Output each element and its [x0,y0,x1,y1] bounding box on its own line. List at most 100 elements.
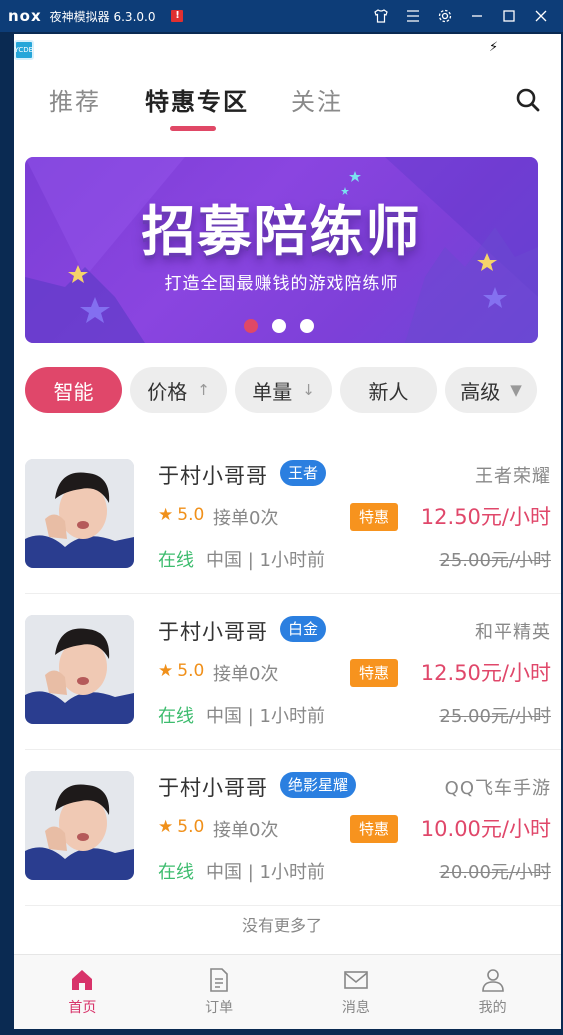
filter-label: 智能 [53,379,94,404]
game-name: 王者荣耀 [475,466,551,487]
rating: ★ 5.0 [158,817,204,837]
order-count: 接单0次 [213,664,279,685]
original-price: 25.00元/小时 [439,706,551,727]
top-tabs: 推荐 特惠专区 关注 [14,82,561,134]
user-icon [481,969,504,992]
carousel-dot[interactable] [272,319,286,333]
titlebar-controls [365,0,557,32]
close-icon[interactable] [525,0,557,32]
promo-badge: 特惠 [350,503,398,531]
original-price: 25.00元/小时 [439,550,551,571]
nav-label: 订单 [205,1000,234,1016]
nox-logo: nox [8,7,42,25]
price: 12.50元/小时 [420,661,551,685]
player-name: 于村小哥哥 [158,776,268,800]
original-price: 20.00元/小时 [439,862,551,883]
game-name: 和平精英 [475,622,551,643]
filter-newcomer[interactable]: 新人 [340,367,437,413]
rating: ★ 5.0 [158,505,204,525]
dropdown-icon: ▼ [510,381,522,399]
carousel-dot[interactable] [244,319,258,333]
arrow-up-icon: ↑ [197,381,210,399]
rating: ★ 5.0 [158,661,204,681]
carousel-dot[interactable] [300,319,314,333]
avatar[interactable] [25,459,134,568]
warning-icon[interactable]: ! [171,10,184,22]
tab-following[interactable]: 关注 [291,82,343,117]
rating-value: 5.0 [177,661,205,681]
status-bar: YCDB ⚡ [14,34,561,64]
charging-icon: ⚡ [489,40,499,55]
filter-label: 高级 [460,379,501,404]
nav-label: 消息 [341,1000,370,1016]
rank-badge: 王者 [280,460,327,486]
player-card[interactable]: 于村小哥哥 绝影星耀 QQ飞车手游 ★ 5.0 接单0次 特惠 10.00元/小… [25,750,561,906]
player-name: 于村小哥哥 [158,464,268,488]
filter-label: 价格 [147,379,188,404]
menu-icon[interactable] [397,0,429,32]
rank-badge: 白金 [280,616,327,642]
avatar[interactable] [25,771,134,880]
tab-active-indicator [170,126,216,131]
game-name: QQ飞车手游 [444,778,551,799]
gear-icon[interactable] [429,0,461,32]
mail-icon [344,971,368,989]
app-notification-icon: YCDB [14,40,34,60]
location-time: 中国 | 1小时前 [206,550,325,571]
location-time: 中国 | 1小时前 [206,862,325,883]
nav-messages[interactable]: 消息 [288,955,425,1029]
rating-value: 5.0 [177,817,205,837]
promo-banner[interactable]: 招募陪练师 打造全国最赚钱的游戏陪练师 [25,157,538,343]
filter-price[interactable]: 价格 ↑ [130,367,227,413]
maximize-icon[interactable] [493,0,525,32]
player-card[interactable]: 于村小哥哥 白金 和平精英 ★ 5.0 接单0次 特惠 12.50元/小时 在线… [25,594,561,750]
order-count: 接单0次 [213,508,279,529]
online-status: 在线 [158,862,194,883]
emulator-window: nox 夜神模拟器 6.3.0.0 ! YCDB ⚡ 推荐 特惠专区 关注 招募… [0,0,563,1035]
window-title: 夜神模拟器 6.3.0.0 [49,9,156,24]
tab-recommend[interactable]: 推荐 [49,82,101,117]
rank-badge: 绝影星耀 [280,772,357,798]
nav-profile[interactable]: 我的 [424,955,561,1029]
filter-bar: 智能 价格 ↑ 单量 ↓ 新人 高级 ▼ [25,367,561,413]
search-icon[interactable] [514,86,542,114]
rating-value: 5.0 [177,505,205,525]
location-time: 中国 | 1小时前 [206,706,325,727]
phone-screen: YCDB ⚡ 推荐 特惠专区 关注 招募陪练师 打造全国最赚钱的游戏陪练师 智能… [14,34,561,1029]
carousel-dots [244,319,314,333]
emulator-titlebar: nox 夜神模拟器 6.3.0.0 ! [0,0,563,32]
filter-label: 新人 [368,379,409,404]
home-icon [72,970,93,990]
nav-home[interactable]: 首页 [14,955,151,1029]
document-icon [210,968,228,992]
star-icon: ★ [158,817,174,837]
nav-label: 首页 [68,1000,97,1016]
order-count: 接单0次 [213,820,279,841]
online-status: 在线 [158,706,194,727]
filter-smart[interactable]: 智能 [25,367,122,413]
arrow-down-icon: ↓ [302,381,315,399]
player-list: 于村小哥哥 王者 王者荣耀 ★ 5.0 接单0次 特惠 12.50元/小时 在线… [25,438,561,906]
filter-advanced[interactable]: 高级 ▼ [445,367,537,413]
player-name: 于村小哥哥 [158,620,268,644]
star-icon: ★ [158,661,174,681]
shirt-icon[interactable] [365,0,397,32]
bottom-nav: 首页 订单 消息 我的 [14,954,561,1029]
minimize-icon[interactable] [461,0,493,32]
nav-label: 我的 [478,1000,507,1016]
banner-subtitle: 打造全国最赚钱的游戏陪练师 [164,274,399,294]
promo-badge: 特惠 [350,659,398,687]
filter-label: 单量 [252,379,293,404]
avatar[interactable] [25,615,134,724]
filter-order-count[interactable]: 单量 ↓ [235,367,332,413]
star-icon: ★ [158,505,174,525]
online-status: 在线 [158,550,194,571]
promo-badge: 特惠 [350,815,398,843]
player-card[interactable]: 于村小哥哥 王者 王者荣耀 ★ 5.0 接单0次 特惠 12.50元/小时 在线… [25,438,561,594]
end-of-list-note: 没有更多了 [241,916,322,935]
price: 12.50元/小时 [420,505,551,529]
price: 10.00元/小时 [420,817,551,841]
tab-special-offers[interactable]: 特惠专区 [145,82,249,117]
banner-title: 招募陪练师 [141,200,422,263]
nav-orders[interactable]: 订单 [151,955,288,1029]
